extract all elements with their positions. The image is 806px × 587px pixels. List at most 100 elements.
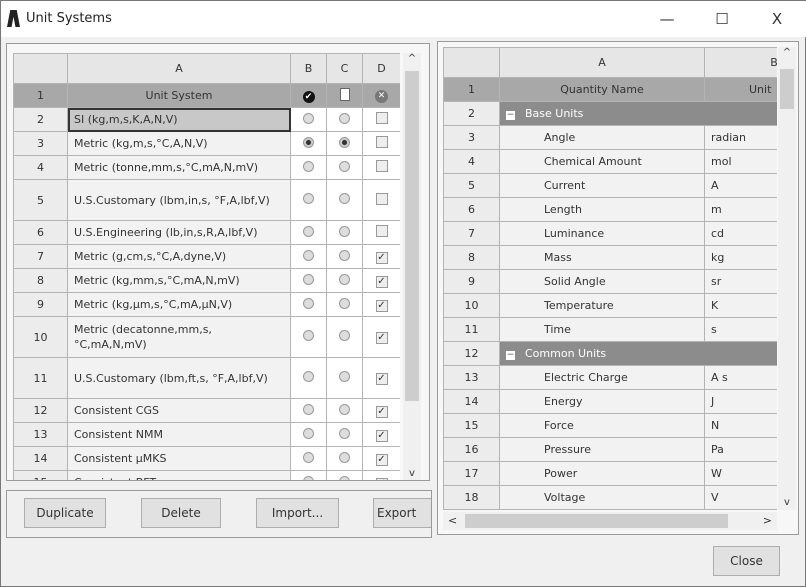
table-row[interactable]: 9 Metric (kg,μm,s,°C,mA,μN,V) ✓ (13, 292, 400, 317)
suppress-checkbox[interactable]: ✓ (375, 405, 388, 418)
unit-value[interactable]: J (704, 389, 777, 414)
table-row[interactable]: 10 Temperature K (443, 293, 777, 318)
suppress-checkbox[interactable] (375, 225, 388, 237)
unit-system-name[interactable]: U.S.Customary (lbm,in,s, °F,A,lbf,V) (67, 179, 291, 221)
default-radio[interactable] (303, 225, 314, 237)
column-header-d[interactable]: D (362, 53, 400, 84)
close-window-button[interactable]: X (757, 7, 797, 31)
table-row[interactable]: 11 U.S.Customary (lbm,ft,s, °F,A,lbf,V) ✓ (13, 357, 400, 399)
unit-value[interactable]: W (704, 461, 777, 486)
suppress-checkbox[interactable] (375, 136, 388, 148)
active-radio[interactable] (339, 249, 350, 261)
table-row[interactable]: 13 Electric Charge A s (443, 365, 777, 390)
suppress-checkbox[interactable]: ✓ (375, 299, 388, 312)
unit-value[interactable]: Pa (704, 437, 777, 462)
unit-value[interactable]: m (704, 197, 777, 222)
column-header-b[interactable]: B (704, 47, 777, 78)
unit-value[interactable]: A s (704, 365, 777, 390)
vertical-scrollbar[interactable]: ^ v (403, 53, 421, 480)
unit-value[interactable]: N (704, 413, 777, 438)
active-radio[interactable] (339, 371, 350, 382)
default-radio[interactable] (303, 136, 314, 148)
duplicate-button[interactable]: Duplicate (24, 498, 106, 528)
table-row[interactable]: 8 Metric (kg,mm,s,°C,mA,N,mV) ✓ (13, 268, 400, 293)
unit-system-name[interactable]: Metric (kg,μm,s,°C,mA,μN,V) (67, 292, 291, 317)
default-radio[interactable] (303, 330, 314, 341)
active-radio[interactable] (339, 112, 350, 124)
table-row[interactable]: 8 Mass kg (443, 245, 777, 270)
scroll-down-icon[interactable]: v (403, 468, 421, 479)
table-row[interactable]: 3 Angle radian (443, 125, 777, 150)
unit-system-name[interactable]: U.S.Customary (lbm,ft,s, °F,A,lbf,V) (67, 357, 291, 399)
table-row[interactable]: 7 Luminance cd (443, 221, 777, 246)
unit-system-name[interactable]: Metric (kg,mm,s,°C,mA,N,mV) (67, 268, 291, 293)
scroll-down-icon[interactable]: v (778, 497, 796, 508)
unit-system-name[interactable]: Consistent μMKS (67, 446, 291, 471)
active-radio[interactable] (339, 297, 350, 309)
section-row[interactable]: 2− Base Units (443, 101, 777, 126)
unit-value[interactable]: s (704, 317, 777, 342)
suppress-checkbox[interactable]: ✓ (375, 275, 388, 288)
suppress-checkbox[interactable]: ✓ (375, 477, 388, 480)
table-row[interactable]: 4 Chemical Amount mol (443, 149, 777, 174)
table-row[interactable]: 15 Force N (443, 413, 777, 438)
scroll-right-icon[interactable]: > (763, 514, 772, 527)
table-row[interactable]: 12 Consistent CGS ✓ (13, 398, 400, 423)
default-radio[interactable] (303, 475, 314, 480)
suppress-checkbox[interactable] (375, 160, 388, 172)
import-button[interactable]: Import... (256, 498, 339, 528)
active-radio[interactable] (339, 136, 350, 148)
horizontal-scrollbar[interactable]: < > (443, 512, 777, 530)
unit-system-name[interactable]: Metric (g,cm,s,°C,A,dyne,V) (67, 244, 291, 269)
vertical-scrollbar-right[interactable]: ^ v (778, 47, 796, 510)
table-row[interactable]: 2 SI (kg,m,s,K,A,N,V) (13, 107, 400, 132)
default-radio[interactable] (303, 297, 314, 309)
suppress-checkbox[interactable]: ✓ (375, 373, 388, 385)
maximize-button[interactable]: ☐ (702, 7, 742, 31)
table-row[interactable]: 10 Metric (decatonne,mm,s, °C,mA,N,mV) ✓ (13, 316, 400, 358)
table-row[interactable]: 5 Current A (443, 173, 777, 198)
active-radio[interactable] (339, 160, 350, 172)
scroll-up-icon[interactable]: ^ (778, 47, 796, 58)
suppress-checkbox[interactable] (375, 192, 388, 205)
unit-value[interactable]: radian (704, 125, 777, 150)
scroll-up-icon[interactable]: ^ (403, 53, 421, 64)
collapse-icon[interactable]: − (506, 351, 515, 360)
default-radio[interactable] (303, 193, 314, 204)
suppress-checkbox[interactable] (375, 112, 388, 124)
table-row[interactable]: 6 U.S.Engineering (lb,in,s,R,A,lbf,V) (13, 220, 400, 245)
unit-system-name[interactable]: Consistent NMM (67, 422, 291, 447)
table-row[interactable]: 7 Metric (g,cm,s,°C,A,dyne,V) ✓ (13, 244, 400, 269)
table-row[interactable]: 6 Length m (443, 197, 777, 222)
unit-value[interactable]: cd (704, 221, 777, 246)
unit-value[interactable]: V (704, 485, 777, 510)
table-row[interactable]: 15Consistent BFT ✓ (13, 470, 400, 480)
unit-value[interactable]: kg (704, 245, 777, 270)
default-radio[interactable] (303, 273, 314, 285)
active-radio[interactable] (339, 403, 350, 415)
active-radio[interactable] (339, 475, 350, 480)
table-row[interactable]: 11 Time s (443, 317, 777, 342)
h-scroll-thumb[interactable] (465, 514, 728, 528)
scroll-left-icon[interactable]: < (448, 514, 457, 527)
delete-button[interactable]: Delete (141, 498, 221, 528)
collapse-icon[interactable]: − (506, 111, 515, 120)
table-row[interactable]: 3 Metric (kg,m,s,°C,A,N,V) (13, 131, 400, 156)
scroll-thumb[interactable] (780, 69, 794, 109)
table-row[interactable]: 4 Metric (tonne,mm,s,°C,mA,N,mV) (13, 155, 400, 180)
close-button[interactable]: Close (713, 546, 780, 576)
default-radio[interactable] (303, 249, 314, 261)
column-header-c[interactable]: C (326, 53, 363, 84)
unit-system-name[interactable]: Metric (kg,m,s,°C,A,N,V) (67, 131, 291, 156)
scroll-thumb[interactable] (405, 71, 419, 401)
unit-system-name[interactable]: Consistent BFT (67, 470, 291, 480)
default-radio[interactable] (303, 427, 314, 439)
unit-value[interactable]: mol (704, 149, 777, 174)
active-radio[interactable] (339, 451, 350, 463)
table-row[interactable]: 14 Consistent μMKS ✓ (13, 446, 400, 471)
section-row[interactable]: 12− Common Units (443, 341, 777, 366)
table-row[interactable]: 18 Voltage V (443, 485, 777, 510)
column-header-b[interactable]: B (290, 53, 327, 84)
active-radio[interactable] (339, 273, 350, 285)
unit-value[interactable]: A (704, 173, 777, 198)
